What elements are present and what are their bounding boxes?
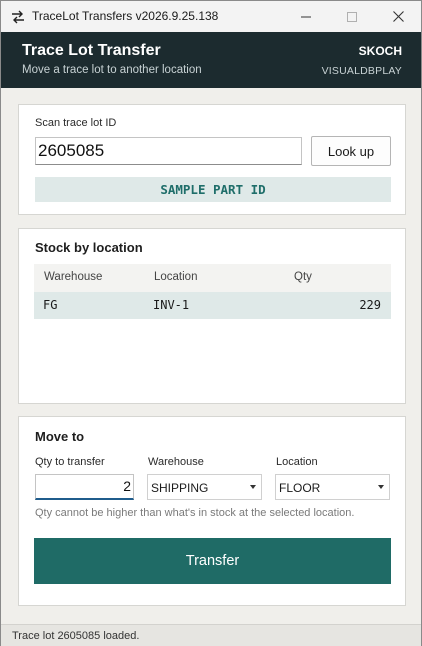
location-value: FLOOR — [279, 481, 321, 495]
app-window: TraceLot Transfers v2026.9.25.138 Trace … — [0, 0, 422, 646]
title-bar[interactable]: TraceLot Transfers v2026.9.25.138 — [1, 1, 421, 32]
database-name: VISUALDBPLAY — [321, 65, 402, 77]
look-up-button[interactable]: Look up — [311, 136, 391, 166]
location-label: Location — [276, 456, 318, 468]
qty-label: Qty to transfer — [35, 456, 105, 468]
warehouse-label: Warehouse — [148, 456, 204, 468]
qty-hint: Qty cannot be higher than what's in stoc… — [35, 507, 355, 519]
scan-panel: Scan trace lot ID 2605085 Look up SAMPLE… — [18, 104, 406, 215]
minimize-button[interactable] — [283, 1, 329, 32]
scan-label: Scan trace lot ID — [35, 117, 117, 129]
trace-lot-input[interactable]: 2605085 — [35, 137, 302, 165]
warehouse-select[interactable]: SHIPPING — [147, 474, 262, 500]
qty-input[interactable]: 2 — [35, 474, 134, 500]
table-header: Warehouse Location Qty — [34, 264, 391, 292]
app-header: Trace Lot Transfer Move a trace lot to a… — [1, 32, 421, 88]
stock-panel: Stock by location Warehouse Location Qty… — [18, 228, 406, 404]
status-bar: Trace lot 2605085 loaded. — [1, 624, 421, 646]
page-title: Trace Lot Transfer — [22, 42, 161, 59]
table-row[interactable]: FG INV-1 229 — [34, 292, 391, 319]
cell-warehouse: FG — [43, 298, 58, 312]
swap-arrows-icon — [12, 10, 24, 24]
close-button[interactable] — [375, 1, 421, 32]
column-location: Location — [154, 271, 198, 283]
maximize-button[interactable] — [329, 1, 375, 32]
stock-title: Stock by location — [35, 240, 143, 255]
column-qty: Qty — [294, 271, 312, 283]
column-warehouse: Warehouse — [44, 271, 103, 283]
minimize-icon — [301, 16, 311, 17]
window-title: TraceLot Transfers v2026.9.25.138 — [32, 9, 219, 23]
user-name: SKOCH — [358, 44, 402, 58]
chevron-down-icon — [250, 485, 256, 489]
move-title: Move to — [35, 429, 85, 444]
cell-location: INV-1 — [153, 298, 190, 312]
stock-table: Warehouse Location Qty FG INV-1 229 — [34, 264, 391, 319]
chevron-down-icon — [378, 485, 384, 489]
transfer-button[interactable]: Transfer — [34, 538, 391, 584]
location-select[interactable]: FLOOR — [275, 474, 390, 500]
page-subtitle: Move a trace lot to another location — [22, 64, 202, 76]
close-icon — [392, 11, 404, 22]
warehouse-value: SHIPPING — [151, 481, 209, 495]
maximize-icon — [347, 11, 357, 22]
part-id-display: SAMPLE PART ID — [35, 177, 391, 202]
move-panel: Move to Qty to transfer Warehouse Locati… — [18, 416, 406, 606]
cell-qty: 229 — [359, 298, 381, 312]
